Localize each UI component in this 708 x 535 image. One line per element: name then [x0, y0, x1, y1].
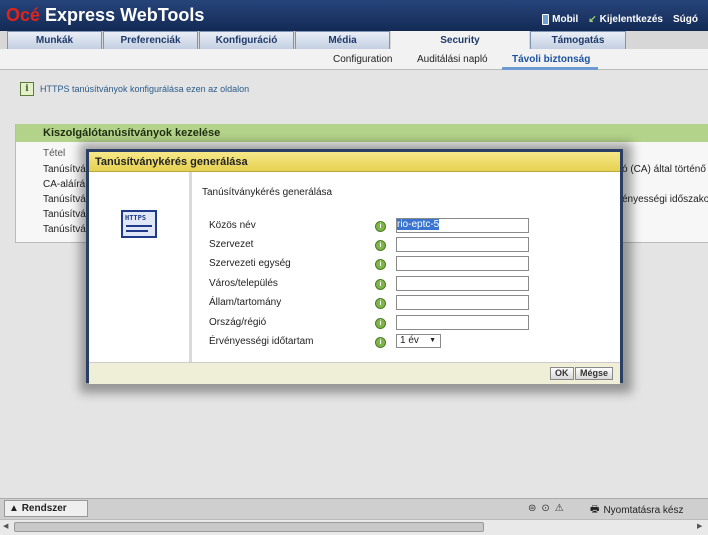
- status-bar: ▲ Rendszer ⊜ ⊙ ⚠ 🖶 Nyomtatásra kész: [0, 498, 708, 519]
- info-icon: i: [20, 82, 34, 96]
- system-tab[interactable]: ▲ Rendszer: [4, 500, 88, 517]
- help-icon[interactable]: i: [375, 298, 386, 309]
- printer-icon: 🖶: [590, 504, 600, 515]
- tab-media[interactable]: Média: [295, 31, 390, 49]
- main-tabs: Munkák Preferenciák Konfiguráció Média S…: [7, 31, 627, 49]
- scroll-right-icon[interactable]: ▶: [697, 522, 702, 530]
- help-icon[interactable]: i: [375, 240, 386, 251]
- tab-munkak[interactable]: Munkák: [7, 31, 102, 49]
- scrollbar-thumb[interactable]: [14, 522, 484, 532]
- dialog-title: Tanúsítványkérés generálása: [89, 152, 620, 172]
- organization-label: Szervezet: [209, 239, 254, 250]
- state-input[interactable]: [396, 295, 529, 310]
- list-item-description: ó (CA) által történő: [622, 164, 706, 175]
- info-message: i HTTPS tanúsítványok konfigurálása ezen…: [20, 82, 249, 96]
- tab-security[interactable]: Security: [391, 31, 529, 49]
- mobile-link[interactable]: Mobil: [542, 14, 578, 25]
- paper-icon[interactable]: ⊜: [528, 503, 536, 514]
- city-input[interactable]: [396, 276, 529, 291]
- organization-input[interactable]: [396, 237, 529, 252]
- brand-logo: Océ Express WebTools: [6, 5, 205, 25]
- chevron-down-icon: ▼: [429, 337, 436, 344]
- dialog-form: Tanúsítványkérés generálása Közös név i …: [192, 172, 620, 362]
- help-icon[interactable]: i: [375, 279, 386, 290]
- tab-konfiguracio[interactable]: Konfiguráció: [199, 31, 294, 49]
- tab-preferenciak[interactable]: Preferenciák: [103, 31, 198, 49]
- network-icon[interactable]: ⚠: [555, 503, 564, 514]
- column-header-item: Tétel: [43, 148, 66, 159]
- subtab-configuration[interactable]: Configuration: [333, 54, 392, 65]
- form-section-title: Tanúsítványkérés generálása: [202, 187, 333, 198]
- ok-button[interactable]: OK: [550, 367, 574, 380]
- certificate-request-dialog: Tanúsítványkérés generálása HTTPS Tanúsí…: [86, 149, 623, 384]
- header-links: Mobil ↙ Kijelentkezés Súgó: [542, 14, 698, 25]
- logout-icon: ↙: [588, 14, 597, 25]
- mobile-icon: [542, 14, 550, 25]
- tab-tamogatas[interactable]: Támogatás: [530, 31, 626, 49]
- organizational-unit-label: Szervezeti egység: [209, 258, 291, 269]
- cancel-button[interactable]: Mégse: [575, 367, 614, 380]
- subtab-remote-security[interactable]: Távoli biztonság: [512, 54, 590, 65]
- country-label: Ország/régió: [209, 317, 267, 328]
- help-icon[interactable]: i: [375, 337, 386, 348]
- toner-icon[interactable]: ⊙: [541, 503, 549, 514]
- dialog-icon-pane: HTTPS: [89, 172, 189, 362]
- help-icon[interactable]: i: [375, 318, 386, 329]
- validity-select[interactable]: 1 év ▼: [396, 334, 441, 348]
- horizontal-scrollbar[interactable]: ◀ ▶: [0, 519, 708, 535]
- state-label: Állam/tartomány: [209, 297, 282, 308]
- status-icons: ⊜ ⊙ ⚠: [528, 503, 564, 514]
- list-item[interactable]: CA-aláírá: [43, 179, 85, 190]
- app-header: Océ Express WebTools Mobil ↙ Kijelentkez…: [0, 0, 708, 31]
- help-link[interactable]: Súgó: [673, 14, 698, 25]
- printer-status: 🖶 Nyomtatásra kész: [590, 502, 683, 519]
- help-icon[interactable]: i: [375, 221, 386, 232]
- dialog-footer: OK Mégse: [89, 362, 620, 384]
- subtab-audit-log[interactable]: Auditálási napló: [417, 54, 488, 65]
- validity-label: Érvényességi időtartam: [209, 336, 314, 347]
- common-name-label: Közös név: [209, 220, 256, 231]
- scroll-left-icon[interactable]: ◀: [3, 522, 8, 530]
- https-certificate-icon: HTTPS: [121, 210, 157, 238]
- country-input[interactable]: [396, 315, 529, 330]
- city-label: Város/település: [209, 278, 278, 289]
- organizational-unit-input[interactable]: [396, 256, 529, 271]
- panel-header: Kiszolgálótanúsítványok kezelése: [16, 124, 708, 142]
- sub-navigation: Configuration Auditálási napló Távoli bi…: [0, 49, 708, 70]
- list-item-description: ényességi időszakot: [622, 194, 708, 205]
- common-name-input[interactable]: rio-eptc-5: [396, 218, 529, 233]
- logout-link[interactable]: ↙ Kijelentkezés: [588, 14, 663, 25]
- help-icon[interactable]: i: [375, 259, 386, 270]
